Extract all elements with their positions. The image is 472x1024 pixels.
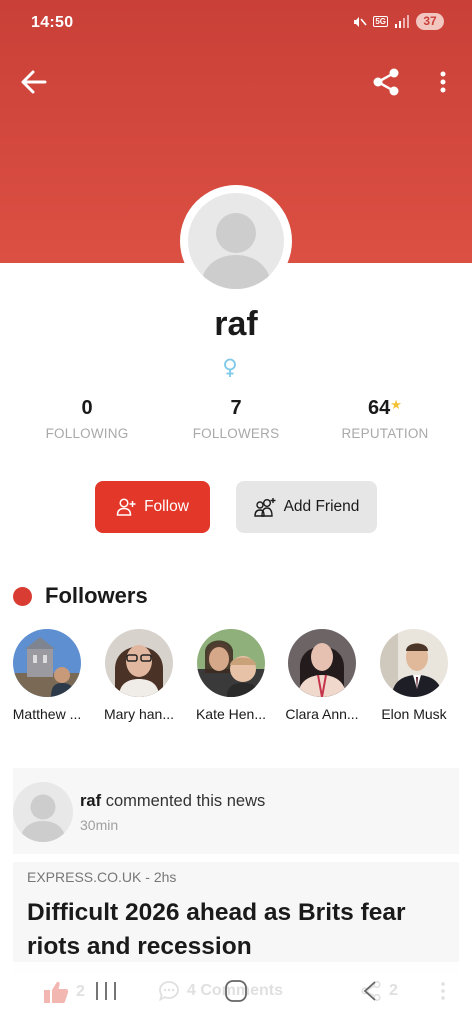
like-button[interactable]: 2 — [43, 980, 85, 1004]
share-count: 2 — [389, 982, 398, 999]
news-meta: EXPRESS.CO.UK - 2hs — [27, 869, 176, 885]
female-symbol-icon — [224, 358, 236, 377]
activity-text: raf commented this news — [80, 792, 265, 811]
activity-card[interactable]: raf commented this news 30min — [13, 768, 459, 854]
section-dot-icon — [13, 586, 32, 606]
follower-name: Clara Ann... — [285, 706, 359, 722]
follower-avatar — [197, 629, 265, 697]
more-vert-icon — [441, 982, 445, 1000]
stat-following-value: 0 — [81, 397, 93, 419]
signal-icon — [395, 14, 409, 28]
follower-avatar — [105, 629, 173, 697]
followers-section-title: Followers — [13, 583, 148, 609]
stat-followers-value: 7 — [230, 397, 242, 419]
follow-button-label: Follow — [144, 498, 189, 515]
news-source: EXPRESS.CO.UK — [27, 869, 142, 885]
activity-action: commented this news — [105, 792, 266, 810]
stat-following-label: FOLLOWING — [45, 426, 129, 441]
news-title[interactable]: Difficult 2026 ahead as Brits fear riots… — [27, 896, 447, 964]
news-more-button[interactable] — [436, 980, 450, 1002]
news-action-bar: 2 4 Comments 2 — [0, 962, 472, 1024]
followers-heading: Followers — [45, 583, 148, 608]
more-options-button[interactable] — [428, 64, 458, 100]
default-avatar-icon — [20, 794, 66, 842]
news-age: - 2hs — [145, 869, 177, 885]
share-icon — [373, 68, 399, 96]
stat-reputation-value: 64 — [368, 397, 391, 419]
status-time: 14:50 — [31, 14, 74, 31]
follower-item[interactable]: Elon Musk — [370, 629, 458, 722]
status-bar: 14:50 5G 37 — [0, 0, 472, 48]
default-avatar-icon — [200, 213, 272, 289]
follow-button[interactable]: Follow — [95, 481, 210, 533]
like-count: 2 — [76, 983, 85, 1000]
back-arrow-icon — [21, 70, 47, 94]
follower-name: Matthew ... — [12, 706, 82, 722]
activity-time: 30min — [80, 817, 119, 833]
follower-name: Kate Hen... — [195, 706, 267, 722]
back-button[interactable] — [16, 64, 52, 100]
thumbs-up-icon — [44, 981, 69, 1003]
stat-reputation[interactable]: 64★ REPUTATION — [315, 397, 455, 441]
follower-item[interactable]: Mary han... — [95, 629, 183, 722]
news-card[interactable]: EXPRESS.CO.UK - 2hs Difficult 2026 ahead… — [13, 862, 459, 972]
share-button[interactable] — [368, 64, 404, 100]
network-badge: 5G — [373, 16, 388, 27]
profile-avatar[interactable] — [180, 185, 292, 297]
follower-name: Mary han... — [103, 706, 175, 722]
battery-icon: 37 — [416, 13, 444, 30]
follower-avatar — [380, 629, 448, 697]
comments-button[interactable]: 4 Comments — [158, 980, 283, 1002]
status-icons: 5G 37 — [351, 13, 444, 30]
add-friend-button[interactable]: Add Friend — [236, 481, 377, 533]
star-icon: ★ — [390, 397, 402, 412]
follower-item[interactable]: Clara Ann... — [278, 629, 366, 722]
add-friend-button-label: Add Friend — [283, 498, 360, 515]
stat-followers-label: FOLLOWERS — [192, 426, 280, 441]
follower-name: Elon Musk — [381, 706, 447, 722]
follower-item[interactable]: Kate Hen... — [187, 629, 275, 722]
follower-item[interactable]: Matthew ... — [3, 629, 91, 722]
add-person-icon — [116, 498, 136, 516]
recent-apps-icon[interactable] — [94, 980, 118, 1002]
more-vert-icon — [440, 71, 446, 93]
profile-username: raf — [214, 305, 258, 343]
mute-icon — [354, 16, 367, 27]
comment-icon — [159, 981, 179, 1002]
follower-avatar — [13, 629, 81, 697]
stat-following[interactable]: 0 FOLLOWING — [17, 397, 157, 441]
home-icon[interactable] — [224, 979, 248, 1003]
follower-avatar — [288, 629, 356, 697]
activity-user[interactable]: raf — [80, 792, 101, 810]
activity-avatar — [13, 782, 73, 842]
stat-reputation-label: REPUTATION — [341, 426, 429, 441]
add-friends-icon — [253, 498, 276, 517]
stat-followers[interactable]: 7 FOLLOWERS — [166, 397, 306, 441]
back-nav-icon[interactable] — [362, 980, 378, 1002]
